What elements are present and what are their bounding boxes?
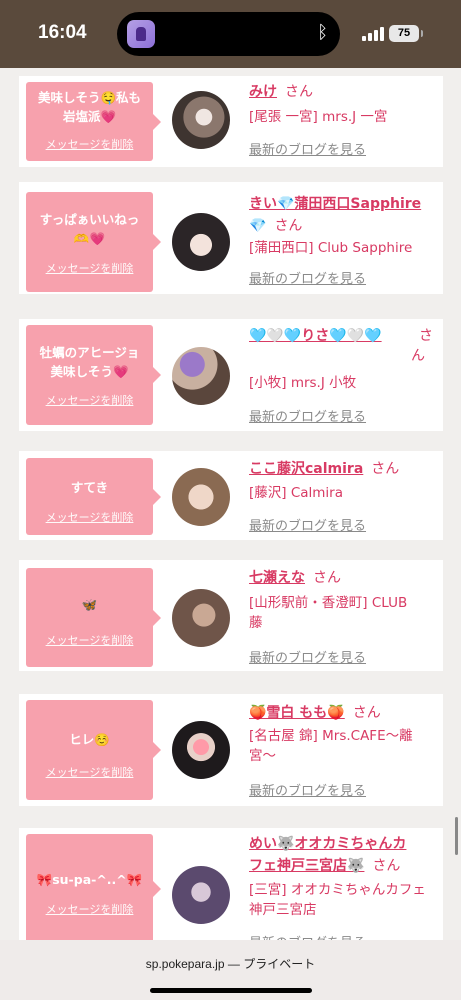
avatar[interactable] bbox=[172, 866, 230, 924]
avatar[interactable] bbox=[172, 213, 230, 271]
girl-name-link[interactable]: めい🐺オオカミちゃんカ bbox=[249, 836, 406, 852]
honorific: さん bbox=[313, 570, 341, 586]
message-text: すてき bbox=[70, 480, 109, 495]
delete-message-link[interactable]: メッセージを削除 bbox=[26, 764, 153, 780]
message-bubble: 🎀su-pa-^..^🎀 メッセージを削除 bbox=[26, 834, 161, 940]
shop-location: [三宮] オオカミちゃんカフェ bbox=[249, 882, 426, 898]
avatar[interactable] bbox=[172, 347, 230, 405]
home-indicator[interactable] bbox=[150, 988, 312, 993]
latest-blog-link[interactable]: 最新のブログを見る bbox=[249, 647, 366, 666]
message-card: すっぱぁいいねっ 🫶💗 メッセージを削除 きい💎蒲田西口Sapphire 💎 さん… bbox=[19, 182, 443, 294]
delete-message-link[interactable]: メッセージを削除 bbox=[26, 901, 153, 917]
avatar[interactable] bbox=[172, 468, 230, 526]
message-text: 🦋 bbox=[81, 597, 98, 612]
girl-name-link-continued[interactable]: フェ神戸三宮店🐺 bbox=[249, 858, 364, 874]
shop-location: 神戸三宮店 bbox=[249, 902, 317, 918]
message-text: 牡蠣のアヒージョ bbox=[39, 345, 140, 360]
girl-name-link[interactable]: 🍑雪白 もも🍑 bbox=[249, 705, 345, 721]
shop-location: [尾張 一宮] mrs.J 一宮 bbox=[249, 109, 388, 125]
delete-message-link[interactable]: メッセージを削除 bbox=[26, 632, 153, 648]
status-bar: 16:04 ᛒ 75 bbox=[0, 0, 461, 68]
honorific: さん bbox=[371, 461, 400, 477]
message-bubble: 牡蠣のアヒージョ 美味しそう💗 メッセージを削除 bbox=[26, 325, 161, 425]
honorific: さん bbox=[372, 858, 401, 874]
latest-blog-link[interactable]: 最新のブログを見る bbox=[249, 780, 366, 799]
honorific: さん bbox=[411, 328, 433, 364]
shop-location: [名古屋 錦] Mrs.CAFE〜離 bbox=[249, 728, 413, 744]
message-card: 🎀su-pa-^..^🎀 メッセージを削除 めい🐺オオカミちゃんカ フェ神戸三宮… bbox=[19, 828, 443, 940]
delete-message-link[interactable]: メッセージを削除 bbox=[26, 136, 153, 152]
message-text: 🫶💗 bbox=[73, 231, 106, 246]
avatar[interactable] bbox=[172, 721, 230, 779]
message-text: ヒレ☺️ bbox=[69, 732, 110, 747]
latest-blog-link[interactable]: 最新のブログを見る bbox=[249, 932, 366, 940]
message-text: 🎀su-pa-^..^🎀 bbox=[36, 872, 143, 887]
shop-location: [山形駅前・香澄町] CLUB bbox=[249, 595, 408, 611]
message-card: 美味しそう🤤私も 岩塩派💗 メッセージを削除 みけ さん [尾張 一宮] mrs.… bbox=[19, 76, 443, 167]
message-text: すっぱぁいいねっ bbox=[39, 212, 140, 227]
message-bubble: 🦋 メッセージを削除 bbox=[26, 568, 161, 667]
battery-icon: 75 bbox=[389, 25, 423, 42]
honorific: さん bbox=[285, 84, 313, 100]
browser-url-bar[interactable]: sp.pokepara.jp — プライベート bbox=[0, 940, 461, 1000]
shop-location: [蒲田西口] Club Sapphire bbox=[249, 240, 413, 256]
message-list[interactable]: 美味しそう🤤私も 岩塩派💗 メッセージを削除 みけ さん [尾張 一宮] mrs.… bbox=[0, 68, 461, 940]
shop-location: 藤 bbox=[249, 615, 263, 631]
scrollbar[interactable] bbox=[455, 817, 458, 855]
message-card: 🦋 メッセージを削除 七瀬えな さん [山形駅前・香澄町] CLUB 藤 最新のブ… bbox=[19, 560, 443, 671]
app-icon bbox=[127, 20, 155, 48]
message-text: 美味しそう🤤私も bbox=[37, 90, 142, 105]
avatar[interactable] bbox=[172, 91, 230, 149]
message-bubble: ヒレ☺️ メッセージを削除 bbox=[26, 700, 161, 800]
message-card: すてき メッセージを削除 ここ藤沢calmira さん [藤沢] Calmira … bbox=[19, 451, 443, 540]
url-domain[interactable]: sp.pokepara.jp bbox=[146, 957, 225, 971]
message-bubble: すっぱぁいいねっ 🫶💗 メッセージを削除 bbox=[26, 192, 161, 292]
shop-location: 宮〜 bbox=[249, 748, 276, 764]
private-mode-label: — プライベート bbox=[227, 957, 316, 971]
dynamic-island: ᛒ bbox=[117, 12, 340, 56]
message-text: 岩塩派💗 bbox=[62, 109, 117, 124]
bluetooth-icon: ᛒ bbox=[317, 22, 328, 43]
message-bubble: 美味しそう🤤私も 岩塩派💗 メッセージを削除 bbox=[26, 82, 161, 161]
latest-blog-link[interactable]: 最新のブログを見る bbox=[249, 406, 366, 425]
message-card: 牡蠣のアヒージョ 美味しそう💗 メッセージを削除 🩵🤍🩵りさ🩵🤍🩵 さん [小牧… bbox=[19, 319, 443, 431]
girl-name-link-continued[interactable]: 💎 bbox=[249, 218, 266, 234]
latest-blog-link[interactable]: 最新のブログを見る bbox=[249, 268, 366, 287]
shop-location: [藤沢] Calmira bbox=[249, 485, 343, 501]
honorific: さん bbox=[274, 218, 303, 234]
honorific: さん bbox=[352, 705, 381, 721]
status-time: 16:04 bbox=[38, 22, 87, 43]
girl-name-link[interactable]: ここ藤沢calmira bbox=[249, 461, 363, 477]
delete-message-link[interactable]: メッセージを削除 bbox=[26, 509, 153, 525]
delete-message-link[interactable]: メッセージを削除 bbox=[26, 392, 153, 408]
latest-blog-link[interactable]: 最新のブログを見る bbox=[249, 515, 366, 534]
girl-name-link[interactable]: 七瀬えな bbox=[249, 570, 305, 586]
cellular-signal-icon bbox=[362, 27, 384, 41]
message-text: 美味しそう💗 bbox=[50, 364, 129, 379]
girl-name-link[interactable]: きい💎蒲田西口Sapphire bbox=[249, 196, 421, 212]
latest-blog-link[interactable]: 最新のブログを見る bbox=[249, 139, 366, 158]
message-card: ヒレ☺️ メッセージを削除 🍑雪白 もも🍑 さん [名古屋 錦] Mrs.CAFE… bbox=[19, 694, 443, 806]
girl-name-link[interactable]: みけ bbox=[249, 84, 277, 100]
shop-location: [小牧] mrs.J 小牧 bbox=[249, 375, 357, 391]
girl-name-link[interactable]: 🩵🤍🩵りさ🩵🤍🩵 bbox=[249, 328, 382, 344]
message-bubble: すてき メッセージを削除 bbox=[26, 458, 161, 535]
avatar[interactable] bbox=[172, 589, 230, 647]
delete-message-link[interactable]: メッセージを削除 bbox=[26, 260, 153, 276]
